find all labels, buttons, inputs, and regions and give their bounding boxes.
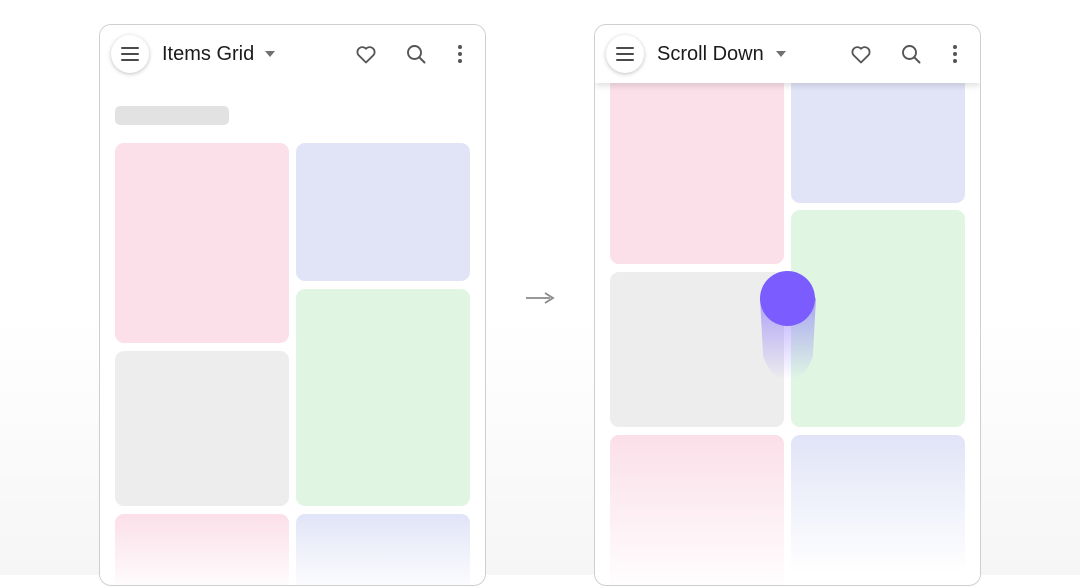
grid-item[interactable]	[791, 210, 965, 427]
grid-item[interactable]	[610, 65, 784, 264]
hamburger-icon	[616, 47, 634, 61]
menu-button[interactable]	[111, 35, 149, 73]
grid-item[interactable]	[610, 272, 784, 427]
grid-item[interactable]	[115, 351, 289, 506]
app-bar-title[interactable]: Scroll Down	[657, 43, 764, 66]
touch-indicator	[760, 271, 815, 326]
hamburger-icon	[121, 47, 139, 61]
more-vert-icon[interactable]	[943, 42, 967, 66]
menu-button[interactable]	[606, 35, 644, 73]
heart-icon[interactable]	[849, 42, 873, 66]
app-bar-title[interactable]: Items Grid	[162, 43, 254, 66]
grid-item[interactable]	[115, 514, 289, 585]
top-app-bar: Scroll Down	[595, 25, 980, 83]
search-icon[interactable]	[404, 42, 428, 66]
grid-item[interactable]	[610, 435, 784, 585]
grid-item[interactable]	[296, 514, 470, 585]
dropdown-caret-icon[interactable]	[265, 51, 275, 57]
dropdown-caret-icon[interactable]	[776, 51, 786, 57]
grid-item[interactable]	[296, 143, 470, 281]
grid-item[interactable]	[791, 65, 965, 203]
search-icon[interactable]	[899, 42, 923, 66]
arrow-right-icon	[526, 292, 555, 304]
heart-icon[interactable]	[354, 42, 378, 66]
grid-item[interactable]	[296, 289, 470, 506]
more-vert-icon[interactable]	[448, 42, 472, 66]
grid-item[interactable]	[115, 143, 289, 343]
phone-screen-items-grid: Items Grid	[99, 24, 486, 586]
top-app-bar: Items Grid	[100, 25, 485, 83]
skeleton-heading-placeholder	[115, 106, 229, 125]
grid-item[interactable]	[791, 435, 965, 573]
